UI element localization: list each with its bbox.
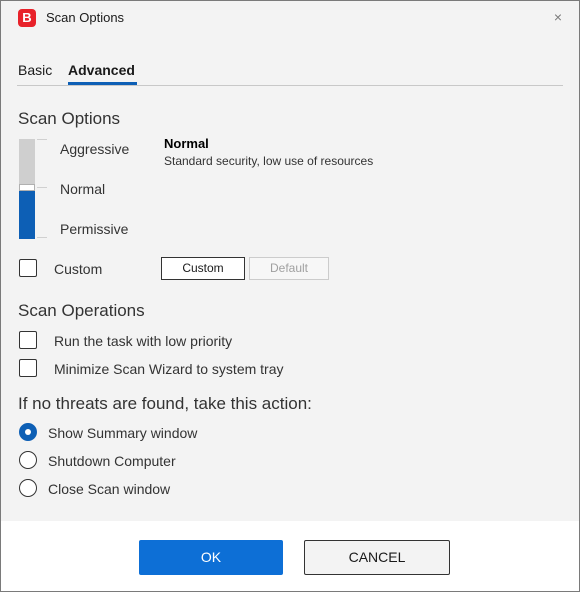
- show-summary-label[interactable]: Show Summary window: [48, 425, 197, 441]
- low-priority-checkbox[interactable]: [19, 331, 37, 349]
- cancel-button[interactable]: CANCEL: [304, 540, 450, 575]
- default-button[interactable]: Default: [249, 257, 329, 280]
- tab-advanced[interactable]: Advanced: [68, 62, 135, 78]
- custom-checkbox-label[interactable]: Custom: [54, 261, 102, 277]
- level-label-normal[interactable]: Normal: [60, 181, 105, 197]
- app-logo-icon: B: [18, 9, 36, 27]
- slider-tick: [37, 237, 47, 238]
- tab-basic[interactable]: Basic: [18, 62, 52, 78]
- shutdown-computer-label[interactable]: Shutdown Computer: [48, 453, 176, 469]
- security-level-slider-fill: [19, 189, 35, 239]
- shutdown-computer-radio[interactable]: [19, 451, 37, 469]
- scan-operations-heading: Scan Operations: [18, 301, 145, 320]
- title-bar: B Scan Options ×: [1, 1, 579, 35]
- selected-level-description: Standard security, low use of resources: [164, 154, 374, 168]
- close-scan-window-label[interactable]: Close Scan window: [48, 481, 170, 497]
- dialog-content: Basic Advanced Scan Options Aggressive N…: [1, 35, 579, 521]
- close-scan-window-radio[interactable]: [19, 479, 37, 497]
- radio-selected-dot: [25, 429, 31, 435]
- close-icon[interactable]: ×: [551, 10, 565, 24]
- slider-tick: [37, 187, 47, 188]
- scan-options-heading: Scan Options: [18, 109, 121, 128]
- tab-divider: [17, 85, 563, 86]
- ok-button[interactable]: OK: [139, 540, 283, 575]
- no-threats-heading: If no threats are found, take this actio…: [18, 394, 312, 413]
- show-summary-radio[interactable]: [19, 423, 37, 441]
- low-priority-label[interactable]: Run the task with low priority: [54, 333, 232, 349]
- custom-checkbox[interactable]: [19, 259, 37, 277]
- minimize-tray-label[interactable]: Minimize Scan Wizard to system tray: [54, 361, 284, 377]
- window-title: Scan Options: [46, 10, 125, 25]
- slider-tick: [37, 139, 47, 140]
- level-label-permissive[interactable]: Permissive: [60, 221, 128, 237]
- scan-options-dialog: B Scan Options × Basic Advanced Scan Opt…: [0, 0, 580, 592]
- level-label-aggressive[interactable]: Aggressive: [60, 141, 129, 157]
- minimize-tray-checkbox[interactable]: [19, 359, 37, 377]
- dialog-footer: OK CANCEL: [1, 521, 579, 591]
- custom-button[interactable]: Custom: [161, 257, 245, 280]
- selected-level-name: Normal: [164, 136, 209, 151]
- security-level-slider-thumb[interactable]: [19, 184, 35, 191]
